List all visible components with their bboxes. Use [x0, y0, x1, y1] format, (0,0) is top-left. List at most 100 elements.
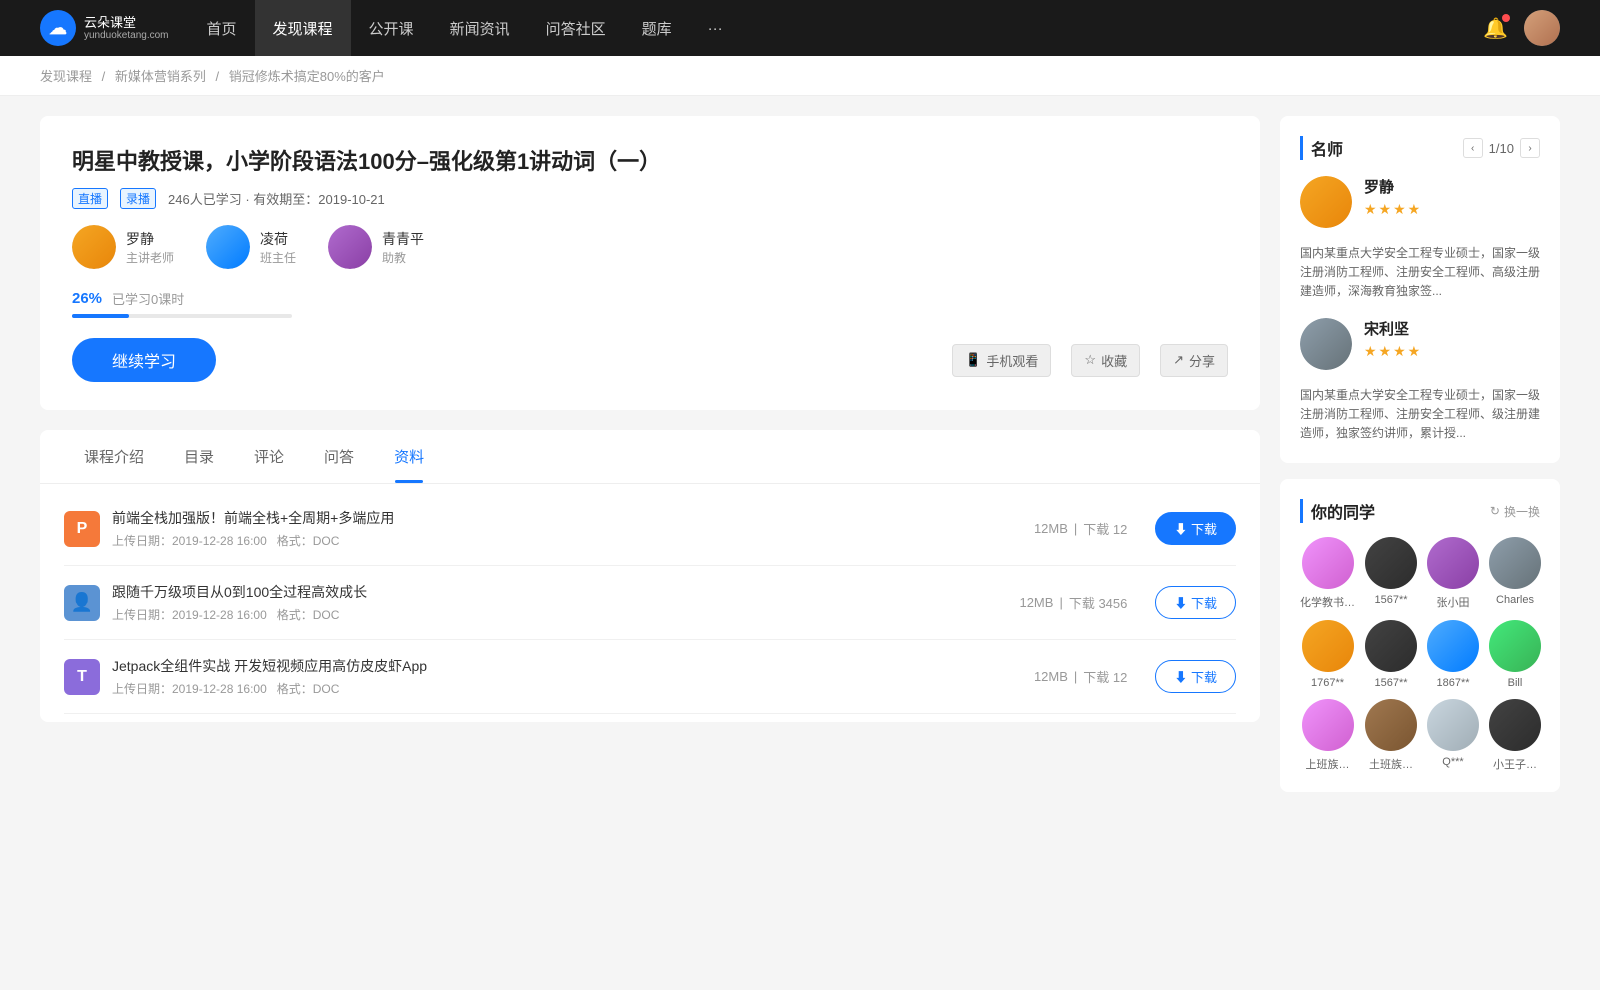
file-item-0: P 前端全栈加强版！前端全栈+全周期+多端应用 上传日期：2019-12-28 …: [64, 492, 1236, 566]
tab-files[interactable]: 资料: [374, 430, 444, 483]
teacher-1: 凌荷 班主任: [206, 225, 296, 269]
file-meta-2: 上传日期：2019-12-28 16:00 格式：DOC: [112, 680, 1022, 697]
nav-more[interactable]: ···: [690, 0, 741, 56]
progress-bar-fill: [72, 314, 129, 318]
right-teacher-1: 宋利坚 ★★★★: [1300, 318, 1540, 370]
classmate-item-9[interactable]: 土班族…: [1365, 699, 1417, 772]
classmate-item-3[interactable]: Charles: [1489, 537, 1541, 610]
classmate-avatar-9: [1365, 699, 1417, 751]
tab-intro[interactable]: 课程介绍: [64, 430, 164, 483]
collect-button[interactable]: ☆ 收藏: [1071, 344, 1140, 377]
file-name-2: Jetpack全组件实战 开发短视频应用高仿皮皮虾App: [112, 656, 1022, 676]
nav-home[interactable]: 首页: [189, 0, 255, 56]
download-button-0[interactable]: ⬇ 下载: [1155, 512, 1236, 545]
classmate-item-8[interactable]: 上班族…: [1300, 699, 1355, 772]
tab-qa[interactable]: 问答: [304, 430, 374, 483]
file-icon-1: 👤: [64, 585, 100, 621]
teachers-card-title: 名师: [1300, 136, 1343, 160]
teacher-0: 罗静 主讲老师: [72, 225, 174, 269]
breadcrumb-link-0[interactable]: 发现课程: [40, 69, 92, 84]
classmate-item-6[interactable]: 1867**: [1427, 620, 1479, 689]
file-icon-0: P: [64, 511, 100, 547]
classmate-item-4[interactable]: 1767**: [1300, 620, 1355, 689]
teachers-card-header: 名师 ‹ 1/10 ›: [1300, 136, 1540, 160]
classmate-name-7: Bill: [1508, 677, 1523, 689]
logo[interactable]: ☁ 云朵课堂 yunduoketang.com: [40, 10, 169, 46]
teacher-1-role: 班主任: [260, 249, 296, 266]
file-name-0: 前端全栈加强版！前端全栈+全周期+多端应用: [112, 508, 1022, 528]
nav-open[interactable]: 公开课: [351, 0, 432, 56]
classmate-name-1: 1567**: [1374, 594, 1407, 606]
classmate-avatar-10: [1427, 699, 1479, 751]
classmate-item-7[interactable]: Bill: [1489, 620, 1541, 689]
user-avatar[interactable]: [1524, 10, 1560, 46]
teachers-prev-button[interactable]: ‹: [1463, 138, 1483, 158]
classmate-item-0[interactable]: 化学教书…: [1300, 537, 1355, 610]
classmates-title: 你的同学: [1300, 499, 1375, 523]
classmate-name-3: Charles: [1496, 594, 1534, 606]
nav-news[interactable]: 新闻资讯: [432, 0, 528, 56]
breadcrumb-sep-0: /: [102, 69, 109, 84]
classmate-item-5[interactable]: 1567**: [1365, 620, 1417, 689]
nav-discover[interactable]: 发现课程: [255, 0, 351, 56]
file-format-2: 格式：DOC: [277, 682, 340, 696]
share-button[interactable]: ↗ 分享: [1160, 344, 1228, 377]
classmate-avatar-2: [1427, 537, 1479, 589]
classmate-item-10[interactable]: Q***: [1427, 699, 1479, 772]
classmate-item-2[interactable]: 张小田: [1427, 537, 1479, 610]
file-date-0: 上传日期：2019-12-28 16:00: [112, 534, 267, 548]
file-downloads-2: 下载 12: [1083, 667, 1127, 686]
file-size-0: 12MB: [1034, 521, 1068, 536]
course-meta: 直播 录播 246人已学习 · 有效期至：2019-10-21: [72, 188, 1228, 209]
logo-icon: ☁: [40, 10, 76, 46]
notification-dot: [1502, 14, 1510, 22]
classmates-card: 你的同学 ↻ 换一换 化学教书… 1567** 张小田 Charles: [1280, 479, 1560, 792]
teacher-1-avatar: [206, 225, 250, 269]
continue-study-button[interactable]: 继续学习: [72, 338, 216, 382]
right-teacher-0-stars: ★★★★: [1364, 201, 1422, 218]
nav-quiz[interactable]: 题库: [624, 0, 690, 56]
share-label: 分享: [1189, 351, 1215, 370]
tab-catalog[interactable]: 目录: [164, 430, 234, 483]
download-button-2[interactable]: ⬇ 下载: [1155, 660, 1236, 693]
main-content: 明星中教授课，小学阶段语法100分–强化级第1讲动词（一） 直播 录播 246人…: [0, 96, 1600, 812]
nav-items: 首页 发现课程 公开课 新闻资讯 问答社区 题库 ···: [189, 0, 1484, 56]
tab-review[interactable]: 评论: [234, 430, 304, 483]
teacher-1-info: 凌荷 班主任: [260, 229, 296, 266]
teacher-0-role: 主讲老师: [126, 249, 174, 266]
right-teacher-1-stars: ★★★★: [1364, 343, 1422, 360]
refresh-classmates-button[interactable]: ↻ 换一换: [1490, 503, 1540, 520]
right-teacher-0-avatar: [1300, 176, 1352, 228]
file-info-2: Jetpack全组件实战 开发短视频应用高仿皮皮虾App 上传日期：2019-1…: [112, 656, 1022, 697]
progress-percent: 26%: [72, 290, 102, 307]
nav-right: 🔔: [1483, 10, 1560, 46]
file-format-0: 格式：DOC: [277, 534, 340, 548]
file-info-0: 前端全栈加强版！前端全栈+全周期+多端应用 上传日期：2019-12-28 16…: [112, 508, 1022, 549]
right-teacher-1-name: 宋利坚: [1364, 318, 1422, 339]
star-icon: ☆: [1084, 352, 1096, 368]
notification-bell[interactable]: 🔔: [1483, 16, 1508, 41]
file-item-1: 👤 跟随千万级项目从0到100全过程高效成长 上传日期：2019-12-28 1…: [64, 566, 1236, 640]
mobile-watch-button[interactable]: 📱 手机观看: [952, 344, 1051, 377]
file-format-1: 格式：DOC: [277, 608, 340, 622]
teacher-1-name: 凌荷: [260, 229, 296, 249]
file-item-2: T Jetpack全组件实战 开发短视频应用高仿皮皮虾App 上传日期：2019…: [64, 640, 1236, 714]
badge-live: 直播: [72, 188, 108, 209]
classmate-name-9: 土班族…: [1369, 756, 1413, 772]
file-date-1: 上传日期：2019-12-28 16:00: [112, 608, 267, 622]
tabs-section: 课程介绍 目录 评论 问答 资料 P 前端全栈加强版！前端全栈+全周期+多端应用…: [40, 430, 1260, 722]
right-teacher-0-desc: 国内某重点大学安全工程专业硕士，国家一级注册消防工程师、注册安全工程师、高级注册…: [1300, 244, 1540, 302]
teachers-page: 1/10: [1489, 141, 1514, 156]
left-panel: 明星中教授课，小学阶段语法100分–强化级第1讲动词（一） 直播 录播 246人…: [40, 116, 1260, 792]
breadcrumb-link-1[interactable]: 新媒体营销系列: [115, 69, 206, 84]
breadcrumb: 发现课程 / 新媒体营销系列 / 销冠修炼术搞定80%的客户: [0, 56, 1600, 96]
tabs: 课程介绍 目录 评论 问答 资料: [40, 430, 1260, 484]
classmate-item-11[interactable]: 小王子…: [1489, 699, 1541, 772]
nav-qa[interactable]: 问答社区: [528, 0, 624, 56]
teachers-next-button[interactable]: ›: [1520, 138, 1540, 158]
classmate-item-1[interactable]: 1567**: [1365, 537, 1417, 610]
download-button-1[interactable]: ⬇ 下载: [1155, 586, 1236, 619]
progress-sub: 已学习0课时: [112, 289, 184, 308]
breadcrumb-link-2[interactable]: 销冠修炼术搞定80%的客户: [229, 69, 385, 84]
classmate-avatar-5: [1365, 620, 1417, 672]
